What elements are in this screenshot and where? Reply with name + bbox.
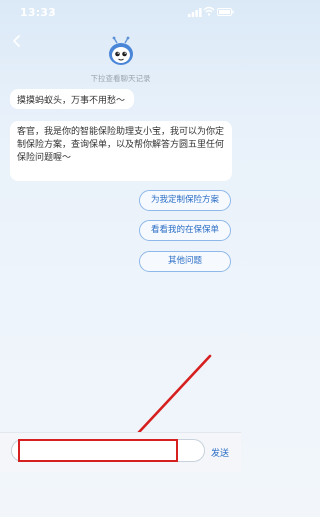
quick-reply-other-questions[interactable]: 其他问题 xyxy=(139,251,231,272)
chat-message-greeting: 摸摸蚂蚁头，万事不用愁～ xyxy=(10,89,134,109)
location-arrow-icon: ➚ xyxy=(49,7,56,16)
history-hint[interactable]: 下拉查看聊天记录 xyxy=(0,73,241,84)
quick-reply-my-policies[interactable]: 看看我的在保保单 xyxy=(139,220,231,241)
wifi-icon xyxy=(203,6,215,16)
back-icon[interactable] xyxy=(10,34,24,48)
chat-message-intro: 客官，我是你的智能保险助理支小宝，我可以为你定制保险方案，查询保单，以及帮你解答… xyxy=(10,121,232,181)
bot-avatar-icon xyxy=(109,36,133,65)
message-input[interactable] xyxy=(11,439,205,462)
status-bar: 13:33 ➚ xyxy=(0,0,241,22)
send-button[interactable]: 发送 xyxy=(211,446,229,459)
battery-icon xyxy=(217,8,234,16)
quick-reply-custom-plan[interactable]: 为我定制保险方案 xyxy=(139,190,231,211)
signal-icon xyxy=(188,8,202,17)
